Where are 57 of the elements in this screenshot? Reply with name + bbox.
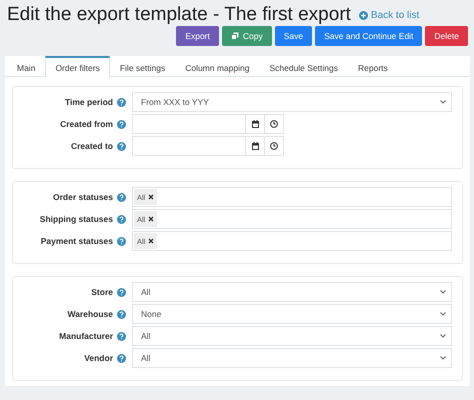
help-icon[interactable]	[117, 120, 126, 128]
field-label: Time period	[64, 97, 113, 107]
field-label: Order statuses	[53, 192, 113, 202]
help-icon[interactable]	[117, 354, 126, 362]
help-icon[interactable]	[117, 214, 126, 224]
field-label: Warehouse	[67, 309, 113, 319]
help-icon[interactable]	[117, 288, 126, 296]
select-field[interactable]: All	[132, 348, 452, 368]
tab[interactable]: File settings	[110, 56, 176, 77]
caret-icon	[440, 290, 446, 294]
select-field[interactable]: None	[132, 304, 452, 324]
help-icon[interactable]	[117, 310, 126, 318]
field-label: Created from	[60, 119, 113, 129]
copy-icon	[230, 32, 239, 40]
help-icon[interactable]	[117, 142, 126, 150]
field-label: Shipping statuses	[40, 214, 113, 224]
calendar-button[interactable]	[246, 136, 265, 156]
field-label: Vendor	[84, 353, 113, 363]
clock-icon	[270, 120, 278, 128]
help-icon[interactable]	[117, 236, 126, 246]
tab[interactable]: Column mapping	[175, 56, 260, 77]
date-field[interactable]	[132, 136, 246, 156]
export-button[interactable]: Export	[176, 26, 219, 46]
tab[interactable]: Order filters	[45, 56, 110, 77]
caret-icon	[440, 312, 446, 316]
select-field[interactable]: All	[132, 326, 452, 346]
select-field[interactable]: All	[132, 282, 452, 302]
caret-icon	[440, 100, 446, 104]
field-label: Store	[91, 287, 113, 297]
field-label: Created to	[70, 141, 113, 151]
clock-button[interactable]	[265, 136, 284, 156]
select-field[interactable]: From XXX to YYY	[132, 92, 452, 112]
calendar-icon	[252, 142, 258, 150]
help-icon[interactable]	[117, 192, 126, 202]
plus-circle-icon	[358, 10, 368, 20]
calendar-icon	[252, 120, 258, 128]
remove-icon[interactable]	[148, 238, 154, 244]
tab[interactable]: Schedule Settings	[259, 56, 348, 77]
clock-button[interactable]	[265, 114, 284, 134]
delete-button[interactable]: Delete	[425, 26, 468, 46]
page-title: Edit the export template - The first export	[7, 4, 351, 26]
save-button[interactable]: Save	[274, 26, 312, 46]
help-icon[interactable]	[117, 98, 126, 106]
copy-button[interactable]: Copy	[222, 26, 272, 46]
caret-icon	[440, 334, 446, 338]
help-icon[interactable]	[117, 332, 126, 340]
clock-icon	[270, 142, 278, 150]
date-field[interactable]	[132, 114, 246, 134]
save-button[interactable]: Save and Continue Edit	[315, 26, 422, 46]
tab[interactable]: Reports	[348, 56, 398, 77]
calendar-button[interactable]	[246, 114, 265, 134]
field-label: Manufacturer	[59, 331, 113, 341]
caret-icon	[440, 356, 446, 360]
tab[interactable]: Main	[7, 56, 46, 77]
remove-icon[interactable]	[148, 216, 154, 222]
remove-icon[interactable]	[148, 194, 154, 200]
field-label: Payment statuses	[40, 236, 113, 246]
